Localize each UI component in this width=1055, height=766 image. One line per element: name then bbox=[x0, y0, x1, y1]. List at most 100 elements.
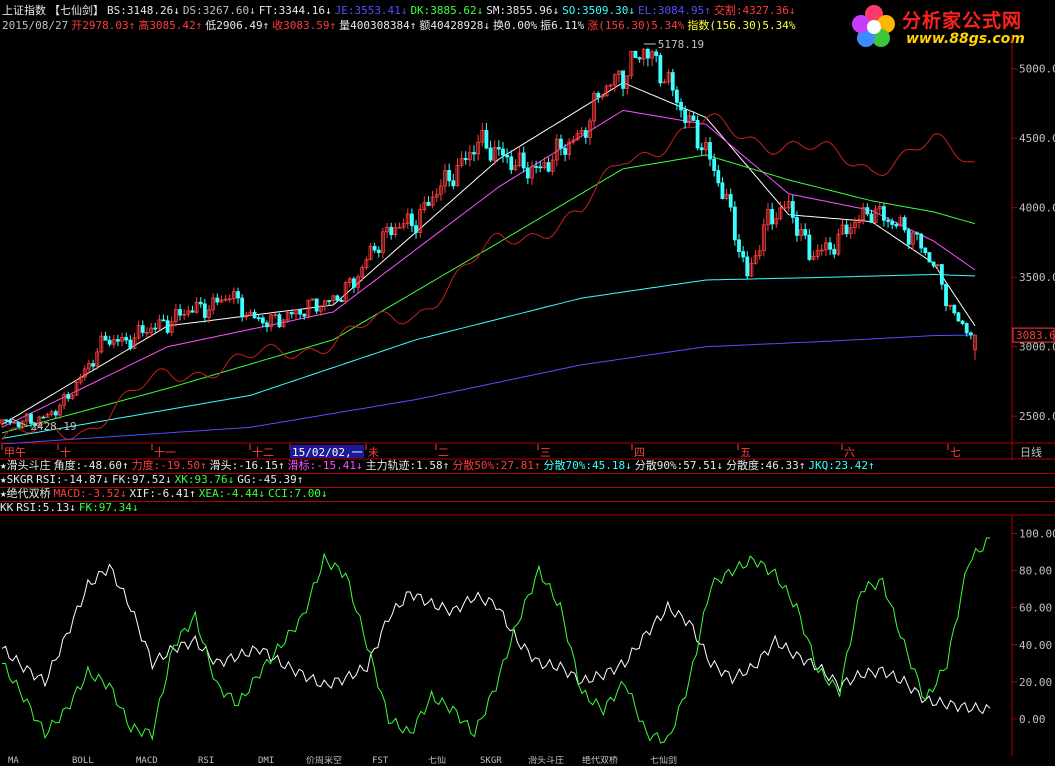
indicator-tab[interactable]: SKGR bbox=[480, 756, 502, 766]
price-chart[interactable]: 5000.0 4500.0 4000.0 3500.0 3000.0 2500.0 5178… bbox=[0, 34, 1055, 444]
indicator-item: XIF:-6.41↑ bbox=[129, 487, 196, 500]
header2-item: 量400308384↑ bbox=[339, 19, 417, 32]
candle-body bbox=[803, 229, 808, 236]
price-tick-label: 2500.0 bbox=[1019, 410, 1055, 423]
candle-body bbox=[66, 394, 71, 399]
indicator-tab[interactable]: MACD bbox=[136, 756, 158, 766]
indicator-tab[interactable]: 绝代双桥 bbox=[582, 756, 618, 766]
indicator-item: 主力轨迹:1.58↑ bbox=[365, 459, 450, 472]
indicator-item: JKQ:23.42↑ bbox=[808, 459, 875, 472]
candle-body bbox=[869, 213, 874, 223]
candle-body bbox=[260, 317, 265, 324]
candle-body bbox=[198, 301, 203, 305]
candle-body bbox=[538, 166, 543, 169]
ma-line-JE bbox=[1, 109, 976, 428]
indicator-tab[interactable]: 七仙剑 bbox=[650, 756, 677, 766]
candle-body bbox=[190, 310, 195, 313]
header1-item: SO:3509.30↓ bbox=[562, 4, 636, 17]
indicator-item: 分散70%:45.18↓ bbox=[543, 459, 632, 472]
time-tick-label: 15/02/02,一 bbox=[292, 446, 363, 459]
header-line-2: 2015/08/27 开2978.03↑ 高3085.42↑ 低2906.49↑ 收30… bbox=[2, 19, 798, 33]
header1-item: JE:3553.41↓ bbox=[334, 4, 408, 17]
candle-body bbox=[712, 158, 717, 171]
osc-tick-label: 100.00 bbox=[1019, 528, 1055, 541]
header2-item: 2015/08/27 bbox=[2, 19, 69, 32]
indicator-tab[interactable]: FST bbox=[372, 756, 388, 766]
candle-body bbox=[236, 291, 240, 299]
header2-item: 高3085.42↑ bbox=[138, 19, 203, 32]
candle-body bbox=[298, 309, 303, 315]
indicator-tab[interactable]: 滑头斗庄 bbox=[528, 756, 564, 766]
header2-item: 收3083.59↑ bbox=[272, 19, 337, 32]
indicator-item: RSI:-14.87↓ bbox=[36, 473, 109, 486]
time-tick-label: 二 bbox=[438, 446, 449, 459]
candle-body bbox=[621, 70, 625, 89]
indicator-tab[interactable]: 七仙 bbox=[428, 756, 446, 766]
candle-body bbox=[790, 201, 795, 218]
indicator-tab[interactable]: RSI bbox=[198, 756, 214, 766]
candle-body bbox=[178, 309, 182, 316]
candle-body bbox=[596, 93, 601, 98]
candle-body bbox=[927, 252, 932, 263]
candle-body bbox=[389, 226, 394, 236]
indicator-tab[interactable]: MA bbox=[8, 756, 19, 766]
candle-body bbox=[534, 166, 539, 168]
osc-line-FK bbox=[1, 537, 991, 744]
indicator-item: 分散90%:57.51↓ bbox=[634, 459, 724, 472]
candle-body bbox=[484, 129, 489, 149]
price-tick-label: 3000.0 bbox=[1019, 341, 1055, 354]
candle-body bbox=[637, 57, 642, 60]
indicator-item: 分散50%:27.81↑ bbox=[452, 459, 541, 472]
indicator-tab[interactable]: 价周采空 bbox=[306, 756, 342, 766]
header1-item: EL:3084.95↑ bbox=[638, 4, 711, 17]
time-tick-label: 七 bbox=[950, 446, 961, 459]
candle-body bbox=[426, 201, 431, 206]
candle-body bbox=[165, 320, 170, 333]
header1-item: SM:3855.96↓ bbox=[486, 4, 560, 17]
candle-body bbox=[153, 327, 158, 330]
candle-body bbox=[252, 311, 257, 319]
header1-item: 【七仙剑】 bbox=[49, 4, 104, 17]
candle-body bbox=[302, 313, 307, 317]
indicator-tab[interactable]: BOLL bbox=[72, 756, 94, 766]
high-marker-label: 5178.19 bbox=[658, 38, 704, 51]
osc-tick-label: 40.00 bbox=[1019, 639, 1052, 652]
header1-item: 交割:4327.36↓ bbox=[713, 4, 796, 17]
period-label[interactable]: 日线 bbox=[1020, 445, 1042, 459]
indicator-row-skgr: ★SKGR RSI:-14.87↓ FK:97.52↓ XK:93.76↓ GG:-45… bbox=[0, 473, 1055, 488]
header1-item: DS:3267.60↓ bbox=[182, 4, 256, 17]
candle-body bbox=[91, 363, 95, 367]
price-tick-label: 5000.0 bbox=[1019, 63, 1055, 76]
indicator-item: ★SKGR bbox=[0, 473, 34, 486]
candle-body bbox=[8, 420, 13, 424]
candle-body bbox=[956, 312, 961, 322]
candle-body bbox=[277, 314, 282, 328]
header2-item: 换0.00% bbox=[493, 19, 538, 32]
oscillator-chart[interactable]: 100.00 80.00 60.00 40.00 20.00 0.00 bbox=[0, 501, 1055, 756]
low-marker-label: 2428.19 bbox=[30, 420, 76, 433]
candle-body bbox=[140, 325, 145, 333]
price-tick-label: 3500.0 bbox=[1019, 271, 1055, 284]
indicator-tab[interactable]: DMI bbox=[258, 756, 274, 766]
indicator-item: 滑头:-16.15↑ bbox=[209, 459, 285, 472]
candle-body bbox=[53, 411, 58, 416]
candle-body bbox=[451, 180, 456, 187]
candle-body bbox=[944, 283, 948, 306]
indicator-item: XK:93.76↓ bbox=[174, 473, 235, 486]
indicator-item: 角度:-48.60↑ bbox=[53, 459, 129, 472]
header2-item: 开2978.03↑ bbox=[71, 19, 136, 32]
candle-body bbox=[931, 261, 936, 267]
candle-body bbox=[968, 332, 973, 336]
indicator-tab-bar: MA BOLL MACD RSI DMI 价周采空 FST 七仙 SKGR 滑头斗庄 绝代双桥 七仙剑 bbox=[0, 756, 1055, 766]
time-tick-label: 甲午 bbox=[4, 446, 26, 459]
candle-body bbox=[890, 220, 895, 225]
candle-body bbox=[509, 156, 514, 171]
candle-body bbox=[807, 234, 812, 260]
candle-body bbox=[939, 264, 944, 285]
candle-body bbox=[699, 147, 704, 151]
candle-body bbox=[372, 245, 377, 251]
candle-body bbox=[720, 182, 725, 199]
indicator-item: CCI:7.00↓ bbox=[267, 487, 328, 500]
candle-body bbox=[658, 55, 663, 84]
header1-item: FT:3344.16↓ bbox=[258, 4, 332, 17]
